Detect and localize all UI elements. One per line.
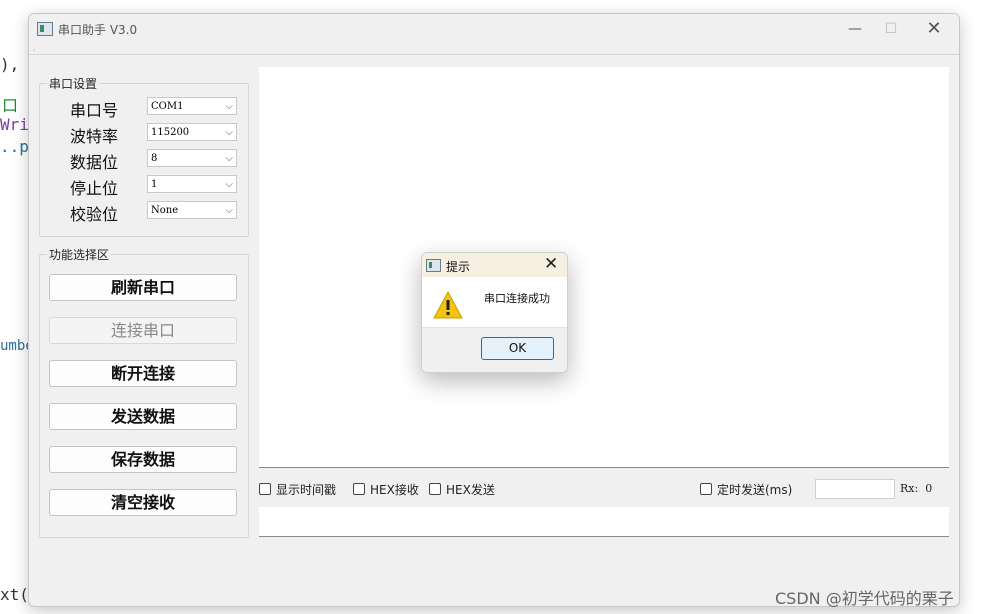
connect-port-button[interactable]: 连接串口: [49, 317, 237, 344]
databits-label: 数据位: [70, 153, 119, 172]
checkbox-icon: [353, 483, 365, 495]
checkbox-icon: [700, 483, 712, 495]
port-label: 串口号: [70, 101, 119, 120]
title-bar[interactable]: 串口助手 V3.0 — ☐ ✕: [29, 14, 959, 44]
maximize-icon: ☐: [884, 21, 898, 37]
chevron-down-icon: ⌵: [225, 205, 233, 216]
app-icon: [426, 259, 441, 272]
minimize-button[interactable]: —: [837, 18, 873, 40]
rx-counter: Rx: 0: [900, 482, 932, 495]
receive-text-area[interactable]: [259, 67, 949, 468]
serial-settings-title: 串口设置: [47, 75, 100, 92]
stopbits-label: 停止位: [70, 179, 119, 198]
watermark: CSDN @初学代码的栗子: [775, 589, 954, 608]
app-icon: [37, 22, 53, 36]
minimize-icon: —: [848, 21, 862, 37]
menu-divider: [29, 54, 959, 55]
message-dialog: 提示 ✕ 串口连接成功 OK: [421, 252, 568, 373]
dialog-title: 提示: [446, 260, 471, 274]
disconnect-button[interactable]: 断开连接: [49, 360, 237, 387]
timed-send-checkbox[interactable]: 定时发送(ms): [700, 481, 792, 498]
dialog-title-bar[interactable]: 提示 ✕: [422, 253, 567, 277]
checkbox-icon: [429, 483, 441, 495]
checkbox-icon: [259, 483, 271, 495]
databits-select[interactable]: 8 ⌵: [147, 149, 237, 167]
chevron-down-icon: ⌵: [225, 101, 233, 112]
maximize-button[interactable]: ☐: [873, 18, 909, 40]
show-timestamp-checkbox[interactable]: 显示时间戳: [259, 481, 336, 498]
port-select[interactable]: COM1 ⌵: [147, 97, 237, 115]
dialog-footer: OK: [422, 327, 567, 372]
ok-button[interactable]: OK: [481, 337, 554, 360]
hex-receive-checkbox[interactable]: HEX接收: [353, 481, 419, 498]
send-text-area[interactable]: [259, 507, 949, 537]
parity-label: 校验位: [70, 205, 119, 224]
stopbits-select[interactable]: 1 ⌵: [147, 175, 237, 193]
parity-select[interactable]: None ⌵: [147, 201, 237, 219]
chevron-down-icon: ⌵: [225, 153, 233, 164]
function-group-title: 功能选择区: [47, 246, 112, 263]
warning-icon: [433, 291, 463, 319]
baud-label: 波特率: [70, 127, 119, 146]
close-icon: ✕: [544, 254, 559, 274]
chevron-down-icon: ⌵: [225, 179, 233, 190]
rx-label: Rx:: [900, 482, 919, 495]
close-icon: ✕: [926, 18, 942, 39]
save-data-button[interactable]: 保存数据: [49, 446, 237, 473]
dialog-message: 串口连接成功: [484, 292, 550, 305]
send-data-button[interactable]: 发送数据: [49, 403, 237, 430]
rx-count: 0: [925, 482, 933, 495]
close-button[interactable]: ✕: [916, 18, 952, 40]
timer-interval-input[interactable]: [815, 479, 895, 499]
refresh-port-button[interactable]: 刷新串口: [49, 274, 237, 301]
bg-code-fragment: 口: [2, 96, 19, 115]
chevron-down-icon: ⌵: [225, 127, 233, 138]
baud-select[interactable]: 115200 ⌵: [147, 123, 237, 141]
window-title: 串口助手 V3.0: [58, 23, 138, 37]
hex-send-checkbox[interactable]: HEX发送: [429, 481, 495, 498]
clear-receive-button[interactable]: 清空接收: [49, 489, 237, 516]
dialog-close-button[interactable]: ✕: [544, 254, 558, 274]
